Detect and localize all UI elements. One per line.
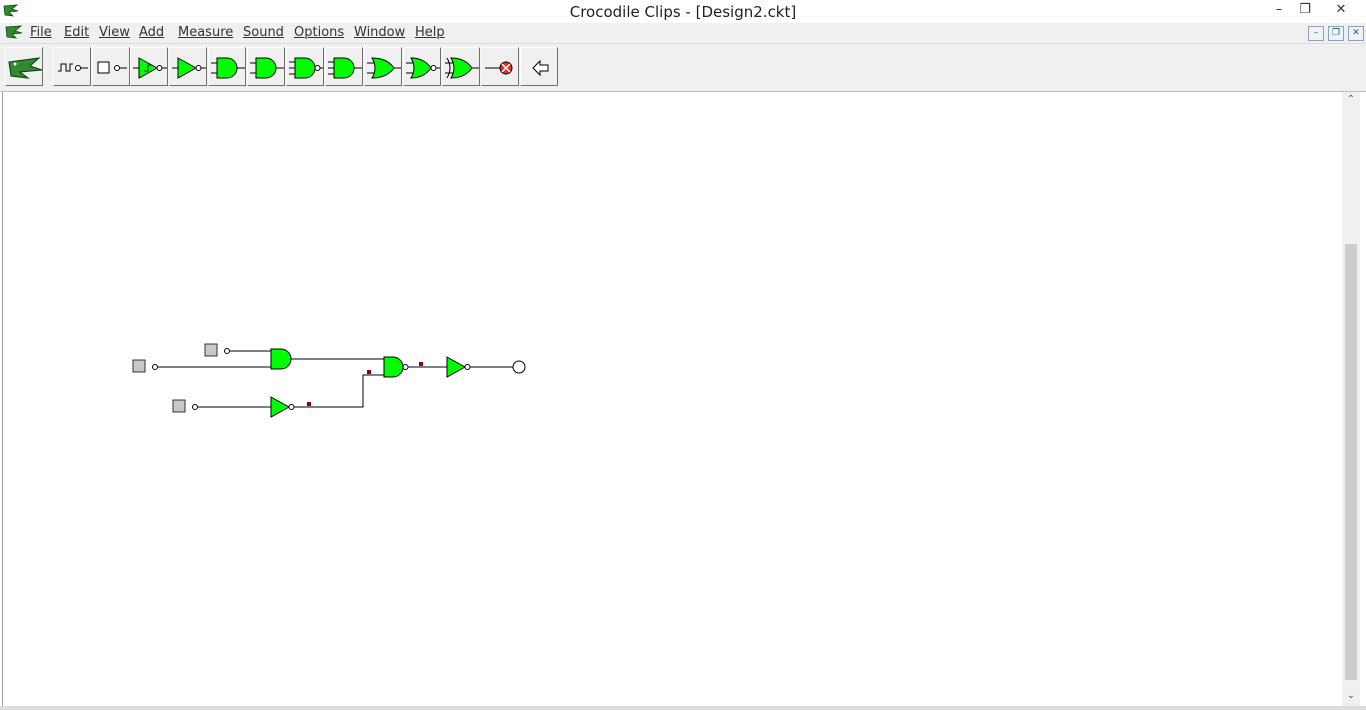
or-gate-button[interactable] — [364, 47, 402, 86]
logic-probe-marker — [419, 362, 423, 366]
circuit-diagram — [132, 343, 526, 418]
toolbar — [0, 44, 1366, 92]
close-button[interactable]: ✕ — [1318, 0, 1364, 22]
menu-sound[interactable]: Sound — [243, 25, 284, 40]
switch-input-icon — [97, 61, 127, 74]
minimize-button[interactable]: – — [1266, 0, 1292, 22]
menu-view[interactable]: View — [99, 25, 130, 40]
input-switch-1[interactable] — [204, 343, 230, 357]
and-gate-button[interactable] — [208, 47, 246, 86]
clock-input-button[interactable] — [53, 47, 91, 86]
input-switch-2[interactable] — [132, 359, 158, 373]
schmitt-buffer-button[interactable] — [130, 47, 168, 86]
and3-gate-button[interactable] — [286, 47, 324, 86]
mdi-close-button[interactable]: ✕ — [1348, 26, 1364, 41]
scroll-up-arrow-icon[interactable]: ⌃ — [1342, 92, 1360, 108]
vertical-scrollbar[interactable]: ⌃ ⌄ — [1342, 92, 1360, 706]
not-gate-1[interactable] — [270, 396, 291, 418]
logic-probe-marker — [307, 402, 311, 406]
and-gate-icon — [211, 57, 245, 79]
crocodile-logo-button[interactable] — [5, 47, 43, 86]
nand-gate-1[interactable] — [383, 356, 404, 378]
schmitt-trigger-icon — [133, 57, 167, 79]
window-bottom-edge — [0, 706, 1366, 710]
led-lamp-icon — [485, 61, 513, 75]
menu-file[interactable]: File — [30, 25, 52, 40]
window-title: Crocodile Clips - [Design2.ckt] — [569, 3, 797, 21]
not-gate-icon — [172, 57, 206, 79]
nand3-gate-button[interactable] — [325, 47, 363, 86]
xor-gate-icon — [445, 57, 479, 79]
menu-add[interactable]: Add — [139, 25, 164, 40]
title-bar: Crocodile Clips - [Design2.ckt] – ❐ ✕ — [0, 0, 1366, 23]
back-arrow-button[interactable] — [520, 47, 558, 86]
nand3-gate-icon — [328, 57, 362, 79]
menu-bar: File Edit View Add Measure Sound Options… — [0, 23, 1366, 44]
scrollbar-thumb[interactable] — [1345, 244, 1357, 680]
crocodile-logo-icon — [8, 57, 43, 79]
nor-gate-icon — [406, 57, 440, 79]
xor-gate-button[interactable] — [442, 47, 480, 86]
and-gate-1[interactable] — [270, 348, 292, 370]
inversion-bubble — [402, 364, 409, 370]
mdi-restore-button[interactable]: ❐ — [1328, 26, 1344, 41]
led-output-button[interactable] — [481, 47, 519, 86]
nand-gate-icon — [250, 57, 284, 79]
restore-button[interactable]: ❐ — [1292, 0, 1318, 22]
circuit-canvas[interactable] — [2, 92, 1343, 706]
not-gate-2[interactable] — [446, 356, 467, 378]
scroll-down-arrow-icon[interactable]: ⌄ — [1342, 688, 1360, 704]
crocodile-menu-icon[interactable] — [5, 25, 23, 40]
input-switch-3[interactable] — [172, 399, 198, 413]
output-lamp[interactable] — [512, 360, 526, 374]
nor-gate-button[interactable] — [403, 47, 441, 86]
mdi-minimize-button[interactable]: – — [1308, 26, 1324, 41]
left-arrow-icon — [532, 59, 549, 77]
clock-pulse-icon — [58, 63, 88, 72]
logic-probe-marker — [367, 370, 371, 374]
menu-window[interactable]: Window — [354, 25, 405, 40]
inversion-bubble — [288, 404, 295, 410]
switch-input-button[interactable] — [92, 47, 130, 86]
menu-measure[interactable]: Measure — [178, 25, 233, 40]
buffer-gate-button[interactable] — [169, 47, 207, 86]
nand-gate-button[interactable] — [247, 47, 285, 86]
menu-options[interactable]: Options — [294, 25, 344, 40]
or-gate-icon — [367, 57, 401, 79]
and3-gate-icon — [289, 57, 323, 79]
inversion-bubble — [464, 364, 471, 370]
menu-edit[interactable]: Edit — [64, 25, 89, 40]
menu-help[interactable]: Help — [415, 25, 445, 40]
